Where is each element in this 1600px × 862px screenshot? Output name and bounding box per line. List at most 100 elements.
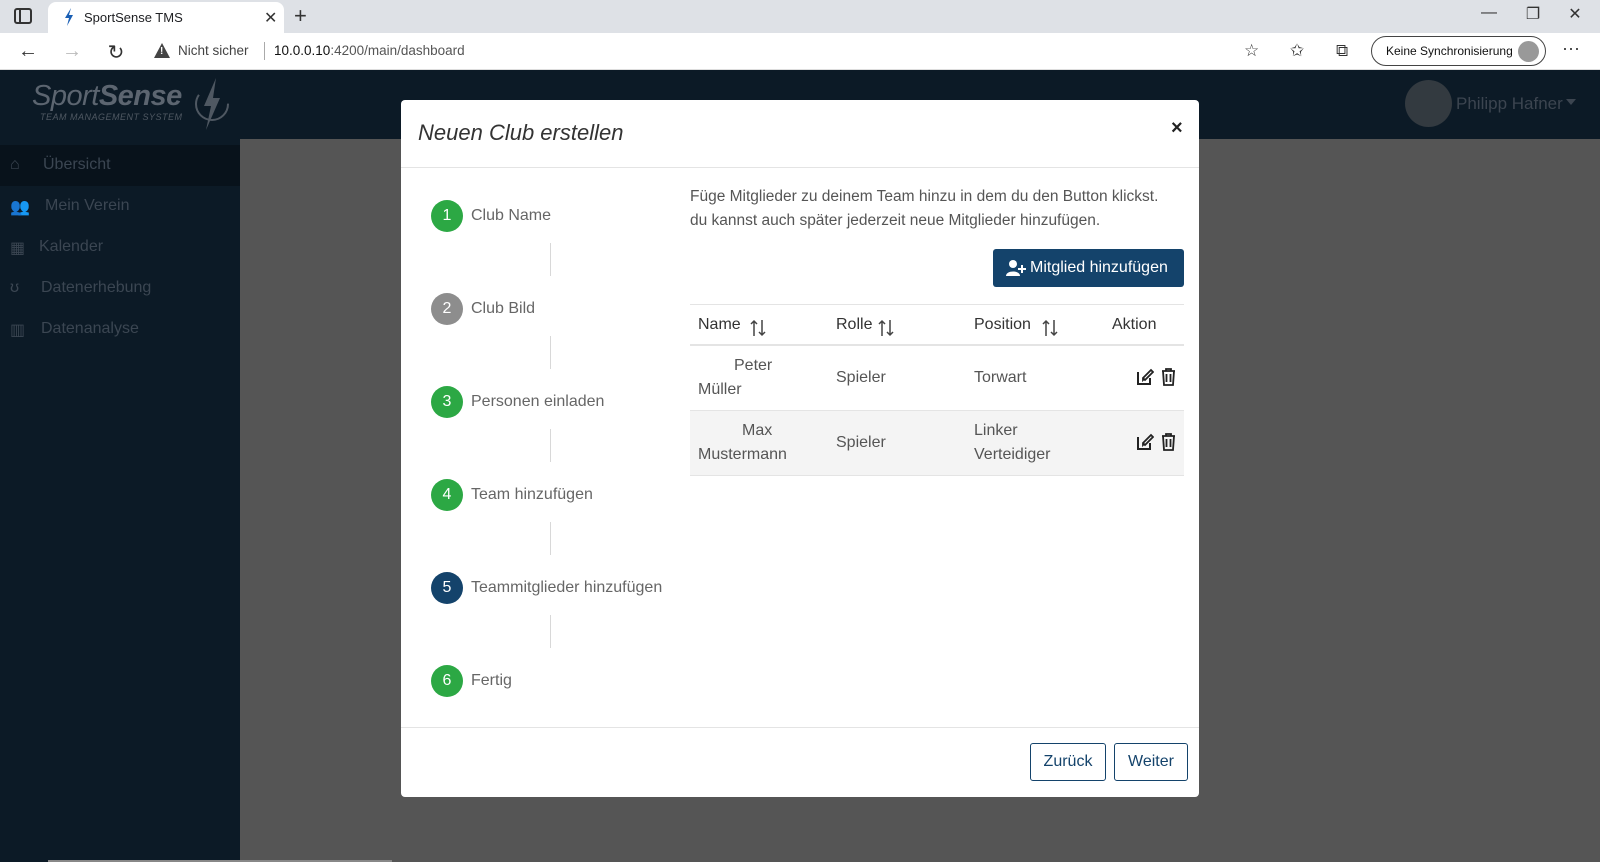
sidebar-item-mein-verein[interactable]: 👥 Mein Verein — [0, 186, 240, 227]
column-header-aktion: Aktion — [1112, 316, 1157, 333]
sidebar-item-label: Kalender — [39, 238, 104, 255]
position-line-2: Verteidiger — [974, 446, 1051, 463]
table-row: Max Mustermann Spieler Linker Verteidige… — [690, 411, 1184, 476]
close-icon[interactable]: × — [1171, 117, 1183, 140]
tab-title: SportSense TMS — [84, 10, 183, 25]
logo[interactable]: SportSense — [32, 80, 182, 113]
reload-icon[interactable]: ↻ — [104, 40, 128, 65]
name-first: Peter — [734, 357, 773, 374]
add-favorite-icon[interactable]: ☆ — [1244, 41, 1259, 61]
intro-line-2: du kannst auch später jederzeit neue Mit… — [690, 212, 1101, 229]
security-label[interactable]: Nicht sicher — [178, 43, 249, 58]
sidebar-item-uebersicht[interactable]: ⌂ Übersicht — [0, 145, 240, 186]
tab-actions-icon[interactable] — [14, 8, 32, 24]
step-connector — [550, 522, 551, 555]
position-line-1: Linker — [974, 422, 1018, 439]
position-line-1: Torwart — [974, 369, 1027, 386]
sidebar-item-label: Mein Verein — [45, 197, 130, 214]
modal-header: Neuen Club erstellen × — [401, 100, 1199, 168]
browser-tab[interactable]: SportSense TMS ✕ — [48, 2, 284, 33]
intro-text: Füge Mitglieder zu deinem Team hinzu in … — [690, 185, 1190, 233]
sync-label: Keine Synchronisierung — [1386, 44, 1513, 58]
next-button[interactable]: Weiter — [1114, 743, 1188, 781]
column-header-rolle[interactable]: Rolle — [836, 316, 872, 334]
url-host: 10.0.0.10 — [274, 43, 331, 58]
profile-avatar — [1518, 41, 1539, 62]
window-close-icon[interactable]: ✕ — [1560, 4, 1590, 24]
modal-title: Neuen Club erstellen — [418, 120, 624, 145]
sidebar-item-label: Übersicht — [43, 156, 111, 173]
step-number: 5 — [431, 572, 463, 604]
chart-icon: ▥ — [10, 322, 26, 339]
sidebar: ⌂ Übersicht 👥 Mein Verein ▦ Kalender ʊ D… — [0, 139, 240, 862]
trash-icon[interactable] — [1161, 433, 1176, 451]
step-label: Club Name — [471, 207, 552, 224]
step-connector — [550, 429, 551, 462]
cell-position: Torwart — [974, 366, 1026, 390]
new-tab-icon[interactable]: + — [294, 3, 307, 29]
more-menu-icon[interactable]: ··· — [1562, 38, 1580, 59]
logo-subtitle: TEAM MANAGEMENT SYSTEM — [40, 112, 183, 122]
step-number: 2 — [431, 293, 463, 325]
step-label: Teammitglieder hinzufügen — [471, 579, 663, 596]
caret-down-icon[interactable] — [1566, 99, 1576, 105]
favorites-icon[interactable]: ✩ — [1290, 41, 1304, 61]
cell-name: Peter Müller — [698, 354, 818, 402]
users-icon: 👥 — [10, 199, 30, 216]
intro-line-1: Füge Mitglieder zu deinem Team hinzu in … — [690, 188, 1159, 205]
name-last: Mustermann — [698, 446, 787, 463]
back-icon[interactable]: ← — [16, 40, 40, 63]
sort-icon[interactable] — [750, 319, 766, 337]
url-path: :4200/main/dashboard — [330, 43, 465, 58]
bolt-icon — [65, 8, 73, 26]
url-text[interactable]: 10.0.0.10:4200/main/dashboard — [274, 43, 465, 58]
step-number: 3 — [431, 386, 463, 418]
collections-icon[interactable]: ⧉ — [1336, 41, 1348, 61]
edit-icon[interactable] — [1136, 433, 1154, 451]
sidebar-item-datenanalyse[interactable]: ▥ Datenanalyse — [0, 309, 240, 350]
name-last: Müller — [698, 381, 742, 398]
column-header-position[interactable]: Position — [974, 316, 1031, 334]
column-header-name[interactable]: Name — [698, 316, 741, 334]
step-number: 1 — [431, 200, 463, 232]
step-number: 6 — [431, 665, 463, 697]
table-row: Peter Müller Spieler Torwart — [690, 346, 1184, 411]
add-member-button[interactable]: Mitglied hinzufügen — [993, 249, 1184, 287]
table-header: Name Rolle Position Aktion — [690, 304, 1184, 346]
restore-icon[interactable]: ❐ — [1518, 4, 1548, 24]
warning-icon — [154, 43, 170, 58]
modal-footer: Zurück Weiter — [401, 727, 1199, 797]
sort-icon[interactable] — [1042, 319, 1058, 337]
logo-bold: Sense — [98, 80, 182, 112]
user-plus-icon — [1006, 260, 1026, 276]
step-connector — [550, 243, 551, 276]
step-label: Team hinzufügen — [471, 486, 593, 503]
address-bar[interactable]: Nicht sicher 10.0.0.10:4200/main/dashboa… — [140, 36, 1272, 66]
step-label: Club Bild — [471, 300, 536, 317]
add-member-label: Mitglied hinzufügen — [1030, 259, 1168, 276]
cell-rolle: Spieler — [836, 369, 886, 386]
create-club-modal: Neuen Club erstellen × 1 Club Name 2 Clu… — [401, 100, 1199, 797]
sidebar-item-kalender[interactable]: ▦ Kalender — [0, 227, 240, 268]
home-icon: ⌂ — [10, 156, 20, 173]
close-tab-icon[interactable]: ✕ — [264, 8, 277, 28]
user-avatar[interactable] — [1405, 80, 1452, 127]
calendar-icon: ▦ — [10, 240, 26, 257]
sync-button[interactable]: Keine Synchronisierung — [1371, 36, 1546, 66]
stethoscope-icon: ʊ — [10, 279, 20, 296]
sidebar-item-label: Datenerhebung — [41, 279, 152, 296]
sidebar-item-label: Datenanalyse — [41, 320, 139, 337]
user-name[interactable]: Philipp Hafner — [1456, 94, 1563, 114]
trash-icon[interactable] — [1161, 368, 1176, 386]
sort-icon[interactable] — [878, 319, 894, 337]
edit-icon[interactable] — [1136, 368, 1154, 386]
sidebar-item-datenerhebung[interactable]: ʊ Datenerhebung — [0, 268, 240, 309]
back-button[interactable]: Zurück — [1030, 743, 1106, 781]
forward-icon[interactable]: → — [60, 40, 84, 63]
step-connector — [550, 336, 551, 369]
logo-bolt-icon — [195, 78, 229, 130]
minimize-icon[interactable]: — — [1474, 4, 1504, 22]
cell-position: Linker Verteidiger — [974, 419, 1051, 467]
logo-main: Sport — [32, 80, 99, 112]
step-number: 4 — [431, 479, 463, 511]
